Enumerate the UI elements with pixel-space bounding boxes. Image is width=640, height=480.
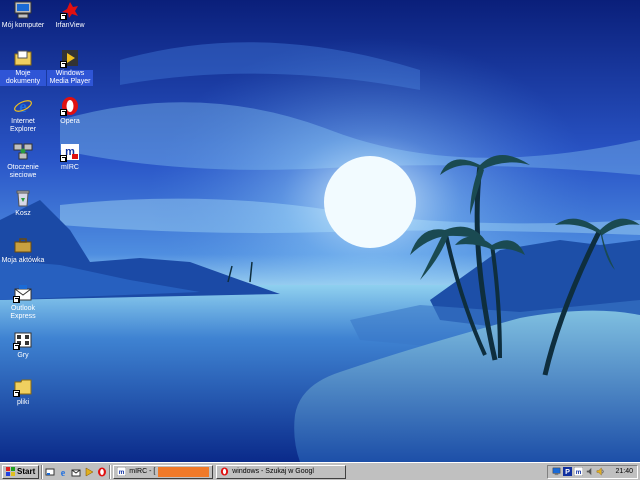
desktop-icon-label: Mój komputer [1,22,45,29]
mirc-icon: m [117,467,127,476]
svg-text:m: m [119,469,125,476]
svg-text:P: P [566,467,571,476]
svg-text:e: e [61,468,66,477]
desktop-icon-irfanview[interactable]: IrfanView [47,0,93,30]
task-button-opera[interactable]: windows - Szukaj w Googl [216,464,347,479]
shortcut-arrow-icon [60,109,67,116]
taskbar: Start e m mIRC - [ windows - Szukaj w Go… [0,462,640,480]
my-computer-icon [13,0,33,20]
desktop-icon-label: Internet Explorer [9,118,37,133]
desktop-icon-folder-pliki[interactable]: pliki [0,377,46,407]
games-icon [13,330,33,350]
task-label: windows - Szukaj w Googl [232,468,314,475]
shortcut-arrow-icon [60,155,67,162]
desktop-icon-label: mIRC [61,164,79,171]
start-button[interactable]: Start [2,464,40,479]
internet-explorer-icon: e [13,96,33,116]
desktop-icon-my-documents[interactable]: Moje dokumenty [0,48,46,86]
speaker-icon[interactable] [596,467,605,476]
my-documents-icon [13,48,33,68]
desktop-icon-my-computer[interactable]: Mój komputer [0,0,46,30]
desktop-icon-label: Otoczenie sieciowe [7,164,39,179]
desktop-icon-label: pliki [16,399,30,406]
opera-icon [60,96,80,116]
desktop[interactable]: Mój komputer IrfanView Moje dokumenty Wi… [0,0,640,462]
desktop-icon-briefcase[interactable]: Moja aktówka [0,235,46,265]
network-icon [13,142,33,162]
folder-icon [13,377,33,397]
opera-icon [221,467,229,476]
desktop-icon-label: Gry [17,352,29,359]
desktop-icon-label: Kosz [15,210,31,217]
desktop-icon-label: IrfanView [55,22,85,29]
wallpaper [0,0,640,462]
system-tray: P m 21:40 [547,464,638,479]
shortcut-arrow-icon [13,296,20,303]
desktop-icon-games[interactable]: Gry [0,330,46,360]
svg-text:e: e [19,97,27,116]
opera-icon[interactable] [97,467,107,477]
mirc-tray-icon[interactable]: m [574,467,584,476]
media-player-icon[interactable] [84,467,94,477]
media-player-icon [60,48,80,68]
separator [41,464,44,479]
desktop-icon-label: Moje dokumenty [0,70,46,86]
desktop-icon-internet-explorer[interactable]: e Internet Explorer [0,96,46,134]
task-label: mIRC - [ [129,468,156,475]
recycle-bin-icon [13,188,33,208]
p-tray-icon[interactable]: P [563,467,573,476]
start-label: Start [17,467,36,476]
shortcut-arrow-icon [13,390,20,397]
shortcut-arrow-icon [60,13,67,20]
separator [109,464,112,479]
desktop-icon-label: Moja aktówka [1,257,45,264]
outlook-express-icon [13,283,33,303]
svg-text:m: m [576,469,582,476]
desktop-icon-opera[interactable]: Opera [47,96,93,126]
desktop-icon-recycle-bin[interactable]: Kosz [0,188,46,218]
network-tray-icon[interactable] [552,467,561,476]
desktop-icon-label: Outlook Express [10,305,36,320]
desktop-icon-media-player[interactable]: Windows Media Player [47,48,93,86]
irfanview-icon [60,0,80,20]
desktop-icon-label: Windows Media Player [47,70,93,86]
briefcase-icon [13,235,33,255]
task-flash-highlight [158,466,210,477]
desktop-icon-mirc[interactable]: m mIRC [47,142,93,172]
quick-launch: e [45,467,107,477]
shortcut-arrow-icon [13,343,20,350]
windows-logo-icon [6,467,15,476]
shortcut-arrow-icon [60,61,67,68]
desktop-icon-label: Opera [60,118,80,125]
clock[interactable]: 21:40 [615,468,633,475]
show-desktop-icon[interactable] [45,467,55,477]
volume-icon[interactable] [585,467,594,476]
desktop-icon-outlook-express[interactable]: Outlook Express [0,283,46,321]
mirc-icon: m [60,142,80,162]
internet-explorer-icon[interactable]: e [58,467,68,477]
task-button-mirc[interactable]: m mIRC - [ [113,464,214,479]
outlook-icon[interactable] [71,467,81,477]
desktop-icon-network[interactable]: Otoczenie sieciowe [0,142,46,180]
